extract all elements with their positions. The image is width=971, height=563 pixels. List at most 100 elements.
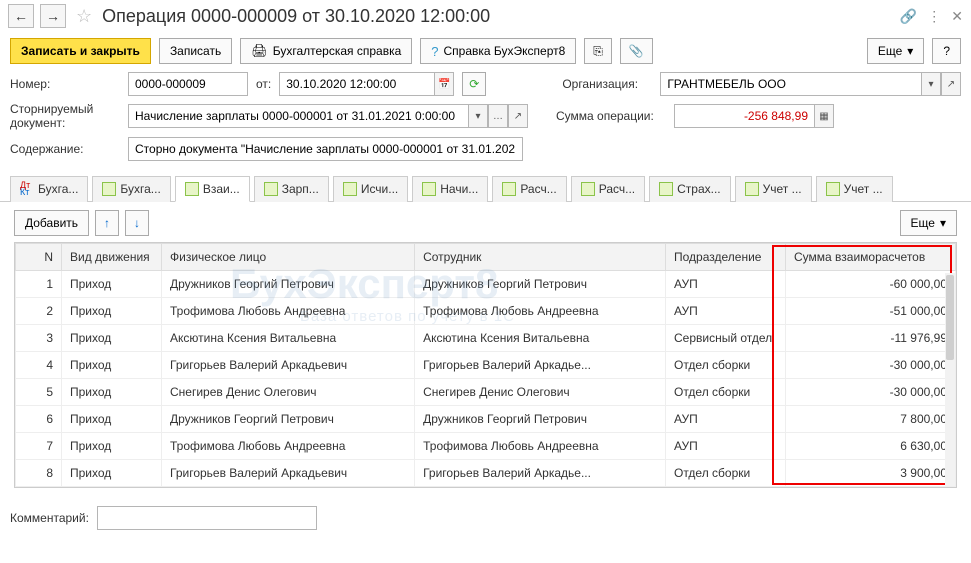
sheet-icon [264, 182, 278, 196]
attach-button[interactable]: 📎 [620, 38, 653, 64]
org-dropdown-icon[interactable]: ▾ [921, 72, 941, 96]
tab-10[interactable]: Учет ... [816, 176, 893, 202]
table-row[interactable]: 8ПриходГригорьев Валерий АркадьевичГриго… [16, 459, 956, 486]
comment-input[interactable] [97, 506, 317, 530]
table-row[interactable]: 6ПриходДружников Георгий ПетровичДружник… [16, 405, 956, 432]
table-row[interactable]: 3ПриходАксютина Ксения ВитальевнаАксютин… [16, 324, 956, 351]
favorite-star-icon[interactable]: ☆ [76, 6, 92, 27]
add-row-button[interactable]: Добавить [14, 210, 89, 236]
number-input[interactable] [128, 72, 248, 96]
cell-n: 5 [16, 378, 62, 405]
tab-3[interactable]: Зарп... [254, 176, 329, 202]
cell-dept: Отдел сборки [666, 378, 786, 405]
tab-1[interactable]: Бухга... [92, 176, 170, 202]
vertical-scrollbar[interactable] [945, 273, 955, 486]
tab-2[interactable]: Взаи... [175, 176, 250, 202]
cell-employee: Аксютина Ксения Витальевна [415, 324, 666, 351]
cell-employee: Дружников Георгий Петрович [415, 405, 666, 432]
tab-9[interactable]: Учет ... [735, 176, 812, 202]
table-row[interactable]: 5ПриходСнегирев Денис ОлеговичСнегирев Д… [16, 378, 956, 405]
org-input[interactable] [660, 72, 921, 96]
storno-open-icon[interactable]: ↗ [508, 104, 528, 128]
save-close-button[interactable]: Записать и закрыть [10, 38, 151, 64]
cell-person: Григорьев Валерий Аркадьевич [162, 459, 415, 486]
cell-person: Трофимова Любовь Андреевна [162, 297, 415, 324]
cell-n: 6 [16, 405, 62, 432]
close-icon[interactable]: ✕ [951, 8, 963, 25]
cell-employee: Григорьев Валерий Аркадье... [415, 459, 666, 486]
more-button[interactable]: Еще ▾ [867, 38, 924, 64]
cell-n: 7 [16, 432, 62, 459]
buh-expert-button[interactable]: ? Справка БухЭксперт8 [420, 38, 576, 64]
cell-movement: Приход [62, 405, 162, 432]
cell-employee: Григорьев Валерий Аркадье... [415, 351, 666, 378]
cell-person: Снегирев Денис Олегович [162, 378, 415, 405]
move-down-button[interactable]: ↓ [125, 210, 149, 236]
chevron-down-icon: ▾ [907, 44, 913, 58]
cell-amount: -30 000,00 [786, 378, 956, 405]
sheet-icon [343, 182, 357, 196]
date-input[interactable] [279, 72, 434, 96]
calendar-icon[interactable]: 📅 [434, 72, 454, 96]
tab-7[interactable]: Расч... [571, 176, 645, 202]
tab-label: Начи... [440, 182, 478, 196]
sheet-icon [745, 182, 759, 196]
cell-person: Дружников Георгий Петрович [162, 405, 415, 432]
tab-6[interactable]: Расч... [492, 176, 566, 202]
question-icon: ? [431, 44, 438, 59]
col-amount[interactable]: Сумма взаиморасчетов [786, 243, 956, 270]
tab-8[interactable]: Страх... [649, 176, 731, 202]
sheet-icon [185, 182, 199, 196]
nav-forward-button[interactable]: → [40, 4, 66, 28]
save-button[interactable]: Записать [159, 38, 232, 64]
cell-amount: -30 000,00 [786, 351, 956, 378]
tab-label: Учет ... [844, 182, 883, 196]
content-input[interactable] [128, 137, 523, 161]
org-open-icon[interactable]: ↗ [941, 72, 961, 96]
col-employee[interactable]: Сотрудник [415, 243, 666, 270]
cell-dept: АУП [666, 432, 786, 459]
table-row[interactable]: 1ПриходДружников Георгий ПетровичДружник… [16, 270, 956, 297]
printer-icon: 🖨 [251, 43, 268, 59]
chevron-down-icon: ▾ [940, 216, 946, 230]
col-person[interactable]: Физическое лицо [162, 243, 415, 270]
col-movement[interactable]: Вид движения [62, 243, 162, 270]
move-up-button[interactable]: ↑ [95, 210, 119, 236]
tab-5[interactable]: Начи... [412, 176, 488, 202]
cell-dept: АУП [666, 297, 786, 324]
calculator-icon[interactable]: ▦ [814, 104, 834, 128]
sheet-icon [422, 182, 436, 196]
paperclip-icon: 📎 [629, 44, 644, 58]
refresh-button[interactable]: ⟳ [462, 72, 486, 96]
help-button[interactable]: ? [932, 38, 961, 64]
nav-back-button[interactable]: ← [8, 4, 34, 28]
cell-movement: Приход [62, 270, 162, 297]
cell-movement: Приход [62, 297, 162, 324]
table-more-button[interactable]: Еще ▾ [900, 210, 957, 236]
cell-person: Аксютина Ксения Витальевна [162, 324, 415, 351]
number-label: Номер: [10, 77, 120, 91]
copy-button[interactable]: ⎘ [584, 38, 612, 64]
settlements-table[interactable]: N Вид движения Физическое лицо Сотрудник… [15, 243, 956, 487]
link-icon[interactable]: 🔗 [900, 8, 917, 25]
tab-0[interactable]: ДтКтБухга... [10, 176, 88, 202]
col-n[interactable]: N [16, 243, 62, 270]
col-dept[interactable]: Подразделение [666, 243, 786, 270]
tab-label: Расч... [599, 182, 635, 196]
cell-dept: АУП [666, 405, 786, 432]
tab-4[interactable]: Исчи... [333, 176, 408, 202]
kebab-icon[interactable]: ⋮ [927, 8, 941, 25]
cell-dept: Сервисный отдел [666, 324, 786, 351]
table-row[interactable]: 2ПриходТрофимова Любовь АндреевнаТрофимо… [16, 297, 956, 324]
cell-employee: Трофимова Любовь Андреевна [415, 297, 666, 324]
sum-input[interactable] [674, 104, 814, 128]
accounting-report-button[interactable]: 🖨 Бухгалтерская справка [240, 38, 412, 64]
table-row[interactable]: 7ПриходТрофимова Любовь АндреевнаТрофимо… [16, 432, 956, 459]
storno-dropdown-icon[interactable]: ▾ [468, 104, 488, 128]
content-label: Содержание: [10, 142, 120, 156]
table-row[interactable]: 4ПриходГригорьев Валерий АркадьевичГриго… [16, 351, 956, 378]
tab-label: Исчи... [361, 182, 398, 196]
cell-movement: Приход [62, 324, 162, 351]
storno-input[interactable] [128, 104, 468, 128]
storno-clear-icon[interactable]: … [488, 104, 508, 128]
